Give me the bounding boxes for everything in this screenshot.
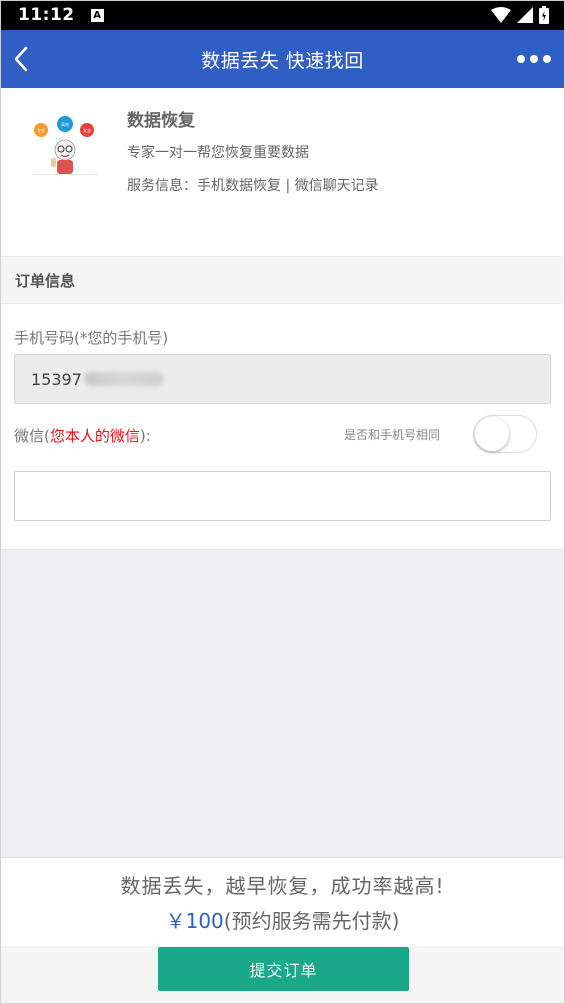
battery-icon — [539, 6, 549, 24]
more-dot-icon — [517, 55, 525, 63]
phone-field[interactable]: 15397 — [14, 354, 551, 404]
status-icons — [491, 6, 549, 24]
product-description: 专家一对一帮您恢复重要数据 — [127, 145, 309, 161]
same-as-phone-toggle[interactable] — [473, 415, 537, 453]
signal-icon — [517, 7, 533, 23]
wechat-label-suffix: ): — [139, 427, 151, 445]
product-card: 专业 高效 安全 — [1, 88, 564, 256]
product-service-info: 服务信息：手机数据恢复 | 微信聊天记录 — [127, 178, 379, 194]
same-as-phone-label: 是否和手机号相同 — [344, 428, 441, 442]
more-dot-icon — [543, 55, 551, 63]
price: ￥100 — [165, 909, 224, 933]
nav-bar: 数据丢失 快速找回 — [0, 30, 565, 88]
price-note: (预约服务需先付款) — [223, 909, 400, 933]
wechat-label-prefix: 微信( — [14, 427, 50, 445]
wechat-input[interactable] — [14, 471, 551, 521]
toggle-knob — [475, 417, 509, 451]
more-button[interactable] — [517, 48, 551, 70]
more-dot-icon — [530, 55, 538, 63]
status-bar: 11:12 A — [0, 0, 565, 30]
order-section-header: 订单信息 — [1, 256, 564, 304]
product-image: 专业 高效 安全 — [32, 116, 98, 175]
product-title: 数据恢复 — [127, 111, 195, 131]
footer-price-line: ￥100(预约服务需先付款) — [0, 905, 565, 934]
bubble-text: 高效 — [61, 121, 69, 127]
status-time: 11:12 — [18, 5, 75, 25]
wechat-label-highlight: 您本人的微信 — [49, 427, 140, 445]
phone-label: 手机号码(*您的手机号) — [14, 329, 169, 347]
phone-value: 15397 — [31, 369, 82, 389]
submit-order-button[interactable]: 提交订单 — [158, 947, 409, 991]
wifi-icon — [491, 7, 511, 23]
page-title: 数据丢失 快速找回 — [201, 49, 364, 72]
wechat-label: 微信(您本人的微信): — [14, 425, 151, 446]
notification-icon: A — [90, 8, 104, 22]
footer-slogan: 数据丢失，越早恢复，成功率越高! — [120, 874, 445, 898]
bubble-text: 专业 — [37, 127, 45, 133]
bubble-text: 安全 — [83, 127, 91, 133]
phone-redaction — [83, 372, 164, 386]
